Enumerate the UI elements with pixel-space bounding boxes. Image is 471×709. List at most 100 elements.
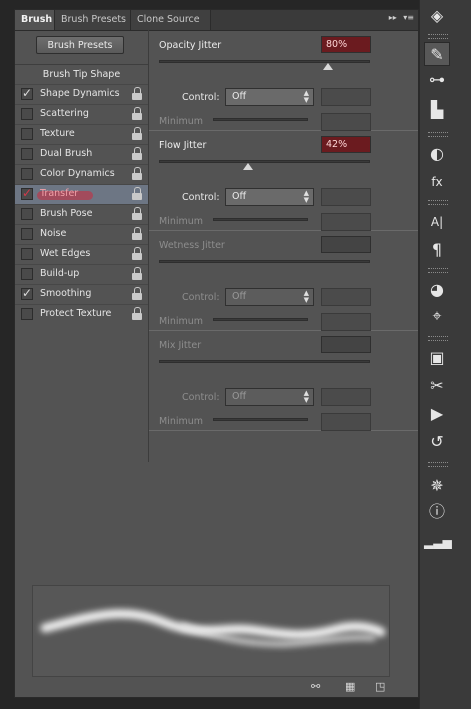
control-field[interactable] — [321, 288, 371, 306]
character-icon[interactable]: A| — [424, 210, 450, 234]
layers-icon[interactable]: ◈ — [424, 4, 450, 28]
tab-clone-source[interactable]: Clone Source — [131, 10, 211, 30]
minimum-slider[interactable] — [213, 118, 308, 121]
panel-bottom-bar: ⚯ ▦ ◳ — [15, 676, 418, 698]
control-dropdown[interactable]: Off ▲ ▼ — [225, 188, 314, 206]
dock-group-grip[interactable] — [428, 336, 448, 341]
lock-icon[interactable] — [132, 287, 143, 301]
brush-option-row[interactable]: Protect Texture — [15, 304, 148, 324]
info-icon[interactable]: ⓘ — [424, 500, 450, 524]
lock-icon[interactable] — [132, 207, 143, 221]
brush-option-row[interactable]: Build-up — [15, 264, 148, 284]
brush-option-row[interactable]: Texture — [15, 124, 148, 144]
clone-stamp-icon[interactable]: ▙ — [424, 98, 450, 122]
minimum-slider[interactable] — [213, 318, 308, 321]
histogram-icon[interactable]: ▂▃▅ — [424, 530, 452, 554]
paragraph-icon[interactable]: ¶ — [424, 238, 450, 262]
checkmark-icon: ✓ — [22, 186, 33, 200]
option-checkbox[interactable] — [21, 108, 33, 120]
paths-icon[interactable]: ⌖ — [424, 304, 450, 328]
jitter-value-field[interactable]: 42% — [321, 136, 371, 153]
option-checkbox[interactable] — [21, 248, 33, 260]
dock-group-grip[interactable] — [428, 268, 448, 273]
option-checkbox[interactable] — [21, 208, 33, 220]
lock-icon[interactable] — [132, 307, 143, 321]
updown-arrow-icon: ▲ ▼ — [303, 189, 309, 204]
lock-icon[interactable] — [132, 187, 143, 201]
brush-option-row[interactable]: Scattering — [15, 104, 148, 124]
lock-icon[interactable] — [132, 167, 143, 181]
minimum-slider[interactable] — [213, 418, 308, 421]
option-checkbox[interactable]: ✓ — [21, 86, 33, 100]
dock-group-grip[interactable] — [428, 34, 448, 39]
option-checkbox[interactable] — [21, 128, 33, 140]
brush-option-row[interactable]: Noise — [15, 224, 148, 244]
new-preset-icon[interactable]: ◳ — [375, 680, 385, 693]
option-checkbox[interactable] — [21, 308, 33, 320]
brush-icon[interactable]: ✎ — [424, 42, 450, 66]
dock-group-grip[interactable] — [428, 462, 448, 467]
circle-slash-icon[interactable]: ◐ — [424, 142, 450, 166]
jitter-value-field[interactable] — [321, 236, 371, 253]
dock-group-grip[interactable] — [428, 132, 448, 137]
minimum-field[interactable] — [321, 313, 371, 331]
brush-option-row[interactable]: Wet Edges — [15, 244, 148, 264]
minimum-slider[interactable] — [213, 218, 308, 221]
option-checkbox[interactable]: ✓ — [21, 186, 33, 200]
option-checkbox[interactable] — [21, 228, 33, 240]
slider-thumb[interactable] — [242, 163, 253, 170]
grid-icon[interactable]: ▦ — [345, 680, 355, 693]
jitter-slider[interactable] — [159, 160, 370, 163]
slider-thumb[interactable] — [322, 63, 333, 70]
jitter-slider[interactable] — [159, 360, 370, 363]
option-checkbox[interactable] — [21, 268, 33, 280]
dock-group-grip[interactable] — [428, 200, 448, 205]
option-checkbox[interactable] — [21, 148, 33, 160]
option-label: Smoothing — [40, 288, 92, 299]
lock-icon[interactable] — [132, 127, 143, 141]
toggle-live-tip-icon[interactable]: ⚯ — [311, 680, 320, 693]
tab-brush-presets[interactable]: Brush Presets — [55, 10, 131, 30]
control-dropdown[interactable]: Off ▲ ▼ — [225, 388, 314, 406]
control-field[interactable] — [321, 88, 371, 106]
lock-icon[interactable] — [132, 247, 143, 261]
tab-bar: Brush Brush Presets Clone Source ▸▸ ▾≡ — [15, 10, 418, 31]
lock-icon[interactable] — [132, 147, 143, 161]
control-dropdown[interactable]: Off ▲ ▼ — [225, 288, 314, 306]
brush-option-row[interactable]: Brush Pose — [15, 204, 148, 224]
fx-icon[interactable]: fx — [424, 170, 450, 194]
control-field[interactable] — [321, 388, 371, 406]
brush-option-row[interactable]: Color Dynamics — [15, 164, 148, 184]
control-dropdown[interactable]: Off ▲ ▼ — [225, 88, 314, 106]
brush-tip-shape-item[interactable]: Brush Tip Shape — [15, 64, 148, 83]
jitter-value-field[interactable] — [321, 336, 371, 353]
play-icon[interactable]: ▶ — [424, 402, 450, 426]
minimum-field[interactable] — [321, 413, 371, 431]
option-checkbox[interactable] — [21, 168, 33, 180]
jitter-value-field[interactable]: 80% — [321, 36, 371, 53]
lock-icon[interactable] — [132, 107, 143, 121]
collapse-icon[interactable]: ▸▸ — [389, 13, 397, 22]
lock-icon[interactable] — [132, 87, 143, 101]
3d-icon[interactable]: ▣ — [424, 346, 450, 370]
history-icon[interactable]: ↺ — [424, 430, 450, 454]
lock-icon[interactable] — [132, 267, 143, 281]
tool-presets-icon[interactable]: ✂ — [424, 374, 450, 398]
control-field[interactable] — [321, 188, 371, 206]
sliders-icon[interactable]: ⊶ — [424, 68, 450, 92]
minimum-field[interactable] — [321, 213, 371, 231]
brush-option-row[interactable]: ✓ Transfer — [15, 184, 148, 204]
jitter-slider[interactable] — [159, 60, 370, 63]
minimum-field[interactable] — [321, 113, 371, 131]
compass-icon[interactable]: ✵ — [424, 474, 450, 498]
tab-brush[interactable]: Brush — [15, 10, 55, 30]
brush-option-row[interactable]: ✓ Smoothing — [15, 284, 148, 304]
brush-option-row[interactable]: Dual Brush — [15, 144, 148, 164]
brush-presets-button[interactable]: Brush Presets — [36, 36, 124, 54]
panel-menu-icon[interactable]: ▾≡ — [403, 13, 414, 22]
option-checkbox[interactable]: ✓ — [21, 286, 33, 300]
jitter-slider[interactable] — [159, 260, 370, 263]
brush-option-row[interactable]: ✓ Shape Dynamics — [15, 84, 148, 104]
lock-icon[interactable] — [132, 227, 143, 241]
channels-icon[interactable]: ◕ — [424, 278, 450, 302]
